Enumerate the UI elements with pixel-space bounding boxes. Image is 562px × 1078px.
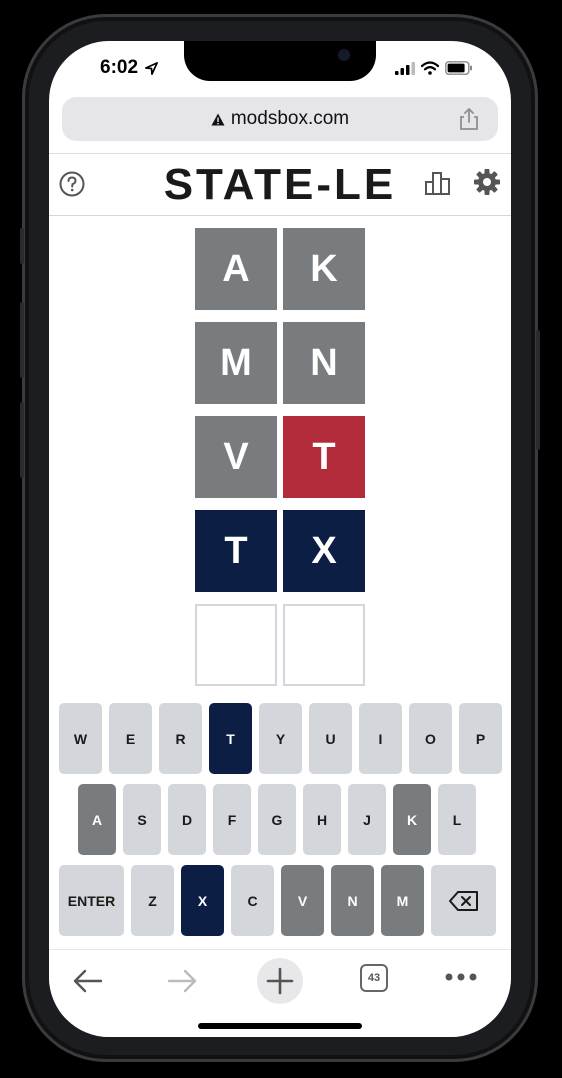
key-n[interactable]: N bbox=[331, 865, 374, 936]
tabs-button[interactable]: 43 bbox=[360, 964, 388, 992]
battery-icon bbox=[445, 61, 472, 75]
key-a[interactable]: A bbox=[78, 784, 116, 855]
url-text: modsbox.com bbox=[230, 108, 350, 129]
board-tile: V bbox=[195, 416, 277, 498]
camera bbox=[338, 49, 350, 61]
share-icon[interactable] bbox=[458, 107, 480, 131]
keyboard-row: ASDFGHJKL bbox=[78, 784, 476, 855]
new-tab-button[interactable] bbox=[257, 958, 303, 1004]
key-d[interactable]: D bbox=[168, 784, 206, 855]
key-i[interactable]: I bbox=[359, 703, 402, 774]
key-x[interactable]: X bbox=[181, 865, 224, 936]
back-arrow-icon[interactable] bbox=[71, 964, 105, 998]
tabs-count: 43 bbox=[367, 972, 381, 984]
board-row bbox=[195, 604, 365, 686]
phone-screen: 6:02 modsbox.com STATE-LE A K M N V T T … bbox=[49, 41, 511, 1037]
key-j[interactable]: J bbox=[348, 784, 386, 855]
key-v[interactable]: V bbox=[281, 865, 324, 936]
keyboard-row: ENTER Z X C V N M bbox=[59, 865, 496, 936]
board-row: V T bbox=[195, 416, 365, 498]
more-options-icon[interactable] bbox=[444, 972, 478, 982]
key-z[interactable]: Z bbox=[131, 865, 174, 936]
key-o[interactable]: O bbox=[409, 703, 452, 774]
board-tile: T bbox=[283, 416, 365, 498]
key-r[interactable]: R bbox=[159, 703, 202, 774]
location-arrow-icon bbox=[145, 62, 158, 75]
board-tile: N bbox=[283, 322, 365, 404]
header-divider bbox=[49, 215, 511, 216]
board-tile: M bbox=[195, 322, 277, 404]
status-time: 6:02 bbox=[100, 57, 139, 78]
enter-key[interactable]: ENTER bbox=[59, 865, 124, 936]
key-s[interactable]: S bbox=[123, 784, 161, 855]
key-g[interactable]: G bbox=[258, 784, 296, 855]
key-l[interactable]: L bbox=[438, 784, 476, 855]
backspace-icon bbox=[448, 890, 478, 911]
backspace-key[interactable] bbox=[431, 865, 496, 936]
board-tile: T bbox=[195, 510, 277, 592]
key-e[interactable]: E bbox=[109, 703, 152, 774]
board-tile: X bbox=[283, 510, 365, 592]
notch bbox=[184, 41, 376, 81]
key-m[interactable]: M bbox=[381, 865, 424, 936]
key-w[interactable]: W bbox=[59, 703, 102, 774]
gear-icon[interactable] bbox=[473, 168, 501, 196]
key-k[interactable]: K bbox=[393, 784, 431, 855]
warning-icon bbox=[211, 113, 225, 125]
key-t[interactable]: T bbox=[209, 703, 252, 774]
wifi-icon bbox=[421, 61, 439, 75]
key-h[interactable]: H bbox=[303, 784, 341, 855]
status-icons bbox=[395, 61, 473, 75]
signal-icon bbox=[395, 61, 415, 75]
game-board: A K M N V T T X bbox=[195, 228, 365, 698]
address-bar[interactable]: modsbox.com bbox=[62, 97, 498, 141]
home-indicator bbox=[198, 1023, 362, 1029]
board-tile bbox=[195, 604, 277, 686]
board-tile: K bbox=[283, 228, 365, 310]
key-c[interactable]: C bbox=[231, 865, 274, 936]
board-row: T X bbox=[195, 510, 365, 592]
game-header: STATE-LE bbox=[49, 154, 511, 214]
key-f[interactable]: F bbox=[213, 784, 251, 855]
board-row: M N bbox=[195, 322, 365, 404]
stats-icon[interactable] bbox=[425, 171, 451, 195]
power-button bbox=[536, 330, 540, 450]
forward-arrow-icon[interactable] bbox=[165, 964, 199, 998]
volume-down-button bbox=[20, 402, 24, 478]
key-u[interactable]: U bbox=[309, 703, 352, 774]
keyboard-row: WERTYUIOP bbox=[59, 703, 502, 774]
mute-switch bbox=[20, 228, 24, 264]
plus-icon bbox=[266, 967, 294, 995]
key-p[interactable]: P bbox=[459, 703, 502, 774]
volume-up-button bbox=[20, 302, 24, 378]
board-tile: A bbox=[195, 228, 277, 310]
board-tile bbox=[283, 604, 365, 686]
key-y[interactable]: Y bbox=[259, 703, 302, 774]
board-row: A K bbox=[195, 228, 365, 310]
